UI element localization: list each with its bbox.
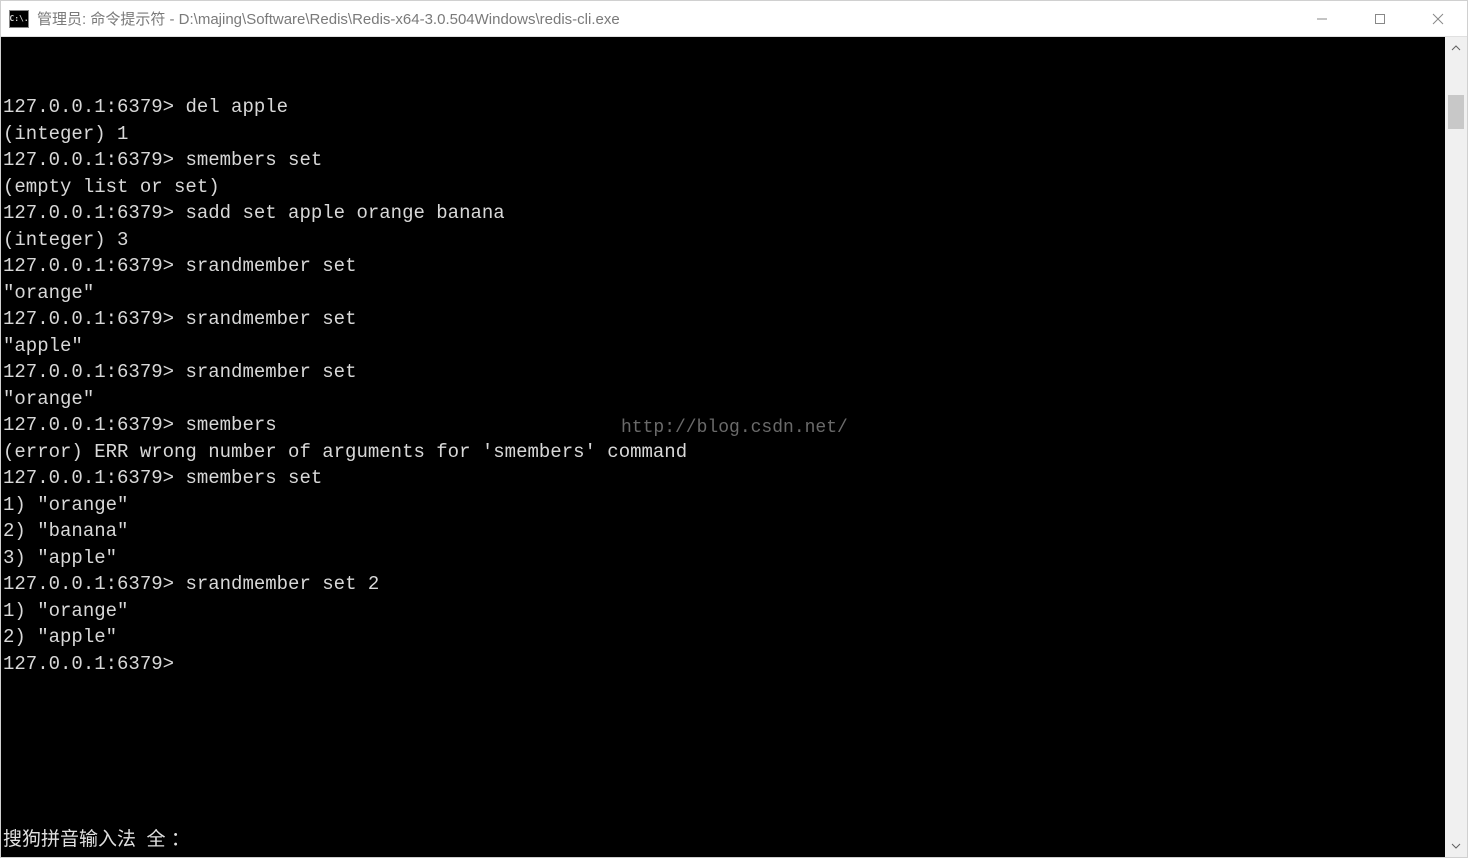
terminal-prompt: 127.0.0.1:6379> bbox=[3, 149, 185, 171]
ime-status: 搜狗拼音输入法 全 ： bbox=[3, 827, 190, 854]
scroll-up-arrow-icon[interactable] bbox=[1445, 37, 1467, 59]
terminal-prompt: 127.0.0.1:6379> bbox=[3, 573, 185, 595]
terminal-prompt: 127.0.0.1:6379> bbox=[3, 414, 185, 436]
terminal-line: "orange" bbox=[3, 280, 1445, 307]
chevron-up-icon bbox=[1451, 45, 1461, 51]
terminal-line: 1) "orange" bbox=[3, 492, 1445, 519]
terminal-line: 127.0.0.1:6379> smembers bbox=[3, 412, 1445, 439]
terminal-line: 127.0.0.1:6379> smembers set bbox=[3, 147, 1445, 174]
terminal-line: 127.0.0.1:6379> srandmember set 2 bbox=[3, 571, 1445, 598]
minimize-button[interactable] bbox=[1293, 1, 1351, 36]
terminal-prompt: 127.0.0.1:6379> bbox=[3, 361, 185, 383]
terminal-prompt: 127.0.0.1:6379> bbox=[3, 308, 185, 330]
terminal-command: srandmember set 2 bbox=[185, 573, 379, 595]
chevron-down-icon bbox=[1451, 843, 1461, 849]
scroll-track[interactable] bbox=[1445, 59, 1467, 835]
terminal-prompt: 127.0.0.1:6379> bbox=[3, 96, 185, 118]
window-titlebar[interactable]: C:\. 管理员: 命令提示符 - D:\majing\Software\Red… bbox=[1, 1, 1467, 37]
terminal-command: srandmember set bbox=[185, 308, 356, 330]
terminal-command: srandmember set bbox=[185, 361, 356, 383]
terminal-prompt: 127.0.0.1:6379> bbox=[3, 255, 185, 277]
terminal-line: 2) "apple" bbox=[3, 624, 1445, 651]
terminal-line: "apple" bbox=[3, 333, 1445, 360]
terminal-prompt: 127.0.0.1:6379> bbox=[3, 467, 185, 489]
scroll-down-arrow-icon[interactable] bbox=[1445, 835, 1467, 857]
terminal-command: sadd set apple orange banana bbox=[185, 202, 504, 224]
terminal-line: (integer) 1 bbox=[3, 121, 1445, 148]
terminal-area: 127.0.0.1:6379> del apple(integer) 1127.… bbox=[1, 37, 1467, 857]
window-controls bbox=[1293, 1, 1467, 36]
maximize-icon bbox=[1374, 13, 1386, 25]
vertical-scrollbar[interactable] bbox=[1445, 37, 1467, 857]
terminal-line: 127.0.0.1:6379> bbox=[3, 651, 1445, 678]
terminal-line: 2) "banana" bbox=[3, 518, 1445, 545]
terminal-output[interactable]: 127.0.0.1:6379> del apple(integer) 1127.… bbox=[1, 37, 1445, 857]
terminal-command: del apple bbox=[185, 96, 288, 118]
terminal-line: 127.0.0.1:6379> srandmember set bbox=[3, 253, 1445, 280]
terminal-line: 3) "apple" bbox=[3, 545, 1445, 572]
terminal-line: (error) ERR wrong number of arguments fo… bbox=[3, 439, 1445, 466]
terminal-line: 1) "orange" bbox=[3, 598, 1445, 625]
terminal-command: smembers set bbox=[185, 149, 322, 171]
maximize-button[interactable] bbox=[1351, 1, 1409, 36]
scroll-thumb[interactable] bbox=[1448, 95, 1464, 129]
terminal-line: 127.0.0.1:6379> srandmember set bbox=[3, 306, 1445, 333]
terminal-command: smembers bbox=[185, 414, 276, 436]
terminal-line: 127.0.0.1:6379> sadd set apple orange ba… bbox=[3, 200, 1445, 227]
terminal-line: (integer) 3 bbox=[3, 227, 1445, 254]
terminal-prompt: 127.0.0.1:6379> bbox=[3, 653, 185, 675]
close-icon bbox=[1432, 13, 1444, 25]
terminal-line: 127.0.0.1:6379> del apple bbox=[3, 94, 1445, 121]
terminal-command: srandmember set bbox=[185, 255, 356, 277]
window-title: 管理员: 命令提示符 - D:\majing\Software\Redis\Re… bbox=[37, 8, 1293, 29]
terminal-prompt: 127.0.0.1:6379> bbox=[3, 202, 185, 224]
terminal-command: smembers set bbox=[185, 467, 322, 489]
close-button[interactable] bbox=[1409, 1, 1467, 36]
minimize-icon bbox=[1316, 13, 1328, 25]
terminal-line: "orange" bbox=[3, 386, 1445, 413]
terminal-line: 127.0.0.1:6379> smembers set bbox=[3, 465, 1445, 492]
terminal-line: 127.0.0.1:6379> srandmember set bbox=[3, 359, 1445, 386]
terminal-line: (empty list or set) bbox=[3, 174, 1445, 201]
cmd-icon: C:\. bbox=[9, 10, 29, 28]
